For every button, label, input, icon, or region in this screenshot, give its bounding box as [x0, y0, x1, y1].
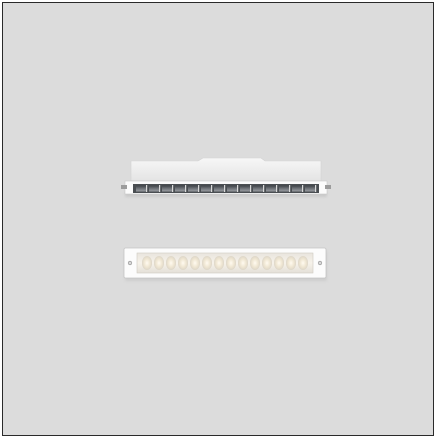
spot-cell: [201, 185, 211, 192]
spot-cell: [292, 185, 302, 192]
louver-slot: [133, 184, 319, 193]
cell-divider: [146, 185, 148, 192]
spot-cell: [162, 185, 172, 192]
left-clip: [121, 185, 127, 189]
cell-divider: [289, 185, 291, 192]
right-clip: [325, 185, 331, 189]
led-lens: [273, 256, 285, 270]
led-lens: [141, 256, 153, 270]
cell-divider: [185, 185, 187, 192]
left-screw: [127, 260, 133, 266]
led-lens: [201, 256, 213, 270]
spot-cell: [279, 185, 289, 192]
spot-cell: [266, 185, 276, 192]
spot-cell: [188, 185, 198, 192]
cell-divider: [315, 185, 317, 192]
spot-cell: [253, 185, 263, 192]
led-lens: [225, 256, 237, 270]
product-photo-frame: [2, 2, 434, 436]
cell-divider: [302, 185, 304, 192]
led-lens: [297, 256, 309, 270]
cell-divider: [237, 185, 239, 192]
led-lens: [177, 256, 189, 270]
cell-divider: [250, 185, 252, 192]
spot-cell: [227, 185, 237, 192]
cell-divider: [159, 185, 161, 192]
led-lens: [237, 256, 249, 270]
product-photo: [121, 157, 331, 281]
led-lens: [249, 256, 261, 270]
led-lens: [153, 256, 165, 270]
led-lens: [189, 256, 201, 270]
spot-cell: [136, 185, 146, 192]
led-lens: [285, 256, 297, 270]
housing-body: [130, 157, 322, 182]
led-lens: [165, 256, 177, 270]
spot-cell: [175, 185, 185, 192]
cell-divider: [224, 185, 226, 192]
linear-light-fixture: [123, 247, 327, 281]
led-lens: [213, 256, 225, 270]
spot-cell: [149, 185, 159, 192]
spot-cell: [305, 185, 315, 192]
spot-cell: [240, 185, 250, 192]
right-screw: [317, 260, 323, 266]
cell-divider: [211, 185, 213, 192]
cell-divider: [198, 185, 200, 192]
cell-divider: [172, 185, 174, 192]
cell-divider: [263, 185, 265, 192]
spot-cell: [214, 185, 224, 192]
cell-divider: [276, 185, 278, 192]
led-lens: [261, 256, 273, 270]
linear-spotlight-fixture: [121, 157, 331, 197]
